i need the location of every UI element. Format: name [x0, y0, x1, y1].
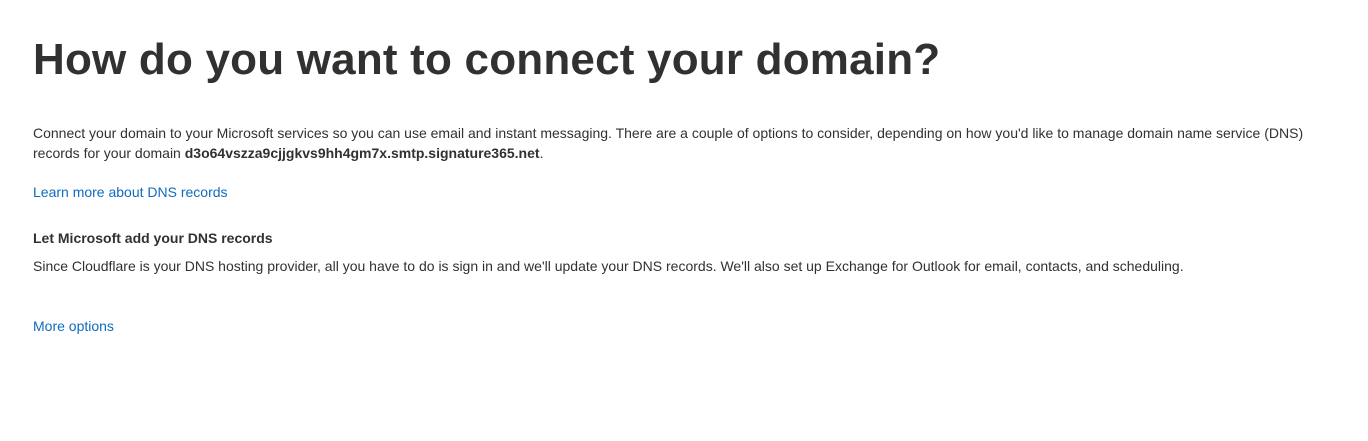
intro-suffix: . — [539, 145, 544, 161]
more-options-link[interactable]: More options — [33, 316, 114, 336]
section-title: Let Microsoft add your DNS records — [33, 230, 273, 246]
connect-domain-page: How do you want to connect your domain? … — [0, 0, 1368, 441]
section-description: Since Cloudflare is your DNS hosting pro… — [33, 258, 1184, 274]
domain-name: d3o64vszza9cjjgkvs9hh4gm7x.smtp.signatur… — [184, 145, 540, 161]
learn-more-dns-link[interactable]: Learn more about DNS records — [33, 182, 228, 202]
page-title: How do you want to connect your domain? — [33, 35, 941, 84]
intro-paragraph: Connect your domain to your Microsoft se… — [33, 123, 1353, 163]
